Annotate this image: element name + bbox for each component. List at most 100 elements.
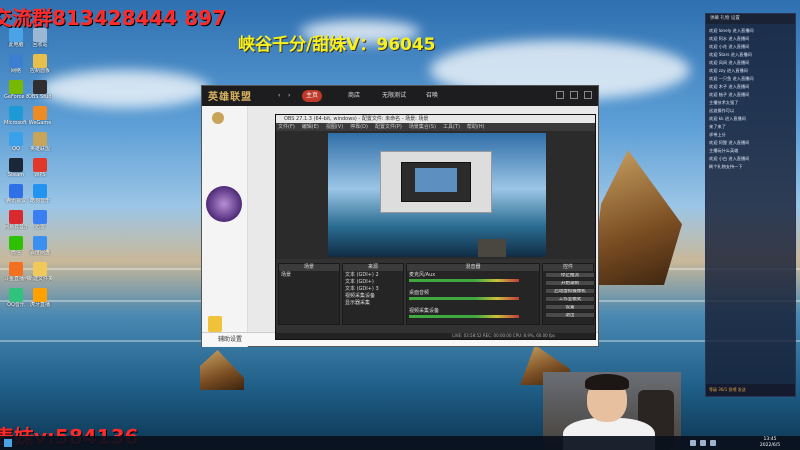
desktop-icon[interactable]: 斗鱼直播伴侣 [4, 262, 28, 282]
profile-avatar[interactable] [212, 112, 224, 124]
obs-preview-nested-screen [380, 151, 492, 213]
app-icon [33, 28, 47, 42]
obs-control-button[interactable]: 开始录制 [545, 280, 595, 286]
desktop-icon[interactable]: OBS Studio [28, 80, 52, 100]
obs-window[interactable]: OBS 27.1.3 (64-bit, windows) - 配置文件: 未命名… [275, 114, 596, 340]
app-icon [9, 132, 23, 146]
desktop-icon[interactable]: 回收站 [28, 28, 52, 48]
desktop-icon[interactable]: WeGame [28, 106, 52, 126]
obs-status-bar: LIVE: 03:58:52 REC: 00:00:00 CPU: 8.9%, … [276, 333, 595, 339]
desktop-icon[interactable]: QQ [4, 132, 28, 152]
desktop-icon[interactable]: 控制面板 [28, 54, 52, 74]
lol-back-icon[interactable]: ‹ [278, 90, 280, 102]
desktop-icon[interactable]: 英雄联盟 [28, 132, 52, 152]
app-icon [33, 54, 47, 68]
volume-icon[interactable] [700, 440, 706, 446]
obs-menu-item[interactable]: 配置文件(P) [375, 124, 402, 130]
sources-dock-title: 来源 [343, 264, 403, 271]
scenes-dock[interactable]: 场景 场景 [278, 263, 340, 325]
app-icon [9, 54, 23, 68]
obs-menu-item[interactable]: 停靠(D) [350, 124, 368, 130]
obs-menu-item[interactable]: 工具(T) [443, 124, 460, 130]
app-icon [9, 210, 23, 224]
desktop-icon[interactable]: 酷狗音乐 [28, 184, 52, 204]
source-item[interactable]: 文本 (GDI+) 3 [345, 286, 379, 292]
desktop-icon[interactable]: 网络 [4, 54, 28, 74]
desktop-icon[interactable]: 迅雷 [28, 210, 52, 230]
network-icon[interactable] [690, 440, 696, 446]
desktop-icon-label: 网络 [10, 68, 21, 74]
obs-menu-item[interactable]: 视图(V) [326, 124, 343, 130]
lol-forward-icon[interactable]: › [288, 90, 290, 102]
language-icon[interactable] [710, 440, 716, 446]
desktop-icon[interactable]: WPS [28, 158, 52, 178]
source-item[interactable]: 文本 (GDI+) 2 [345, 272, 379, 278]
lol-client-titlebar[interactable]: 英雄联盟 ‹ › 主页 商店 无限测试 召唤 [202, 86, 598, 106]
desktop-icon[interactable]: 百度网盘 [28, 236, 52, 256]
desktop-icon[interactable]: GeForce Experience [4, 80, 28, 100]
mixer-dock-title: 混音器 [407, 264, 539, 271]
app-icon [9, 184, 23, 198]
chat-message: 欢迎 lonely 进入直播间 [709, 28, 754, 33]
chat-message: 求带上分 [709, 132, 726, 137]
close-icon[interactable] [584, 91, 592, 99]
maximize-icon[interactable] [570, 91, 578, 99]
desktop-icon-label: 回收站 [32, 42, 48, 48]
desktop-icon-label: 网易云音乐 [4, 224, 28, 230]
minimize-icon[interactable] [556, 91, 564, 99]
notice-icon[interactable] [208, 316, 222, 332]
live-chat-panel[interactable]: 弹幕 礼物 设置 欢迎 lonely 进入直播间 欢迎 阿水 进入直播间 欢迎 小花… [705, 13, 796, 397]
tab-home[interactable]: 主页 [302, 90, 323, 102]
volume-meter[interactable] [409, 315, 519, 318]
sources-dock[interactable]: 来源 文本 (GDI+) 2 文本 (GDI+) 文本 (GDI+) 3 视频采集设备… [342, 263, 404, 325]
obs-control-button[interactable]: 启动虚拟摄像机 [545, 288, 595, 294]
chat-footer[interactable]: 等级 36/1 投喂 发送 [706, 384, 795, 396]
obs-control-button[interactable]: 退出 [545, 312, 595, 318]
desktop-icon-label: 虎牙直播 [29, 302, 50, 308]
mixer-dock[interactable]: 混音器 麦克风/Aux 桌面音频 视频采集设备 [406, 263, 540, 325]
desktop-icon-label: Steam [7, 172, 25, 178]
overlay-top-center-text: 峡谷千分/甜妹V：96045 [238, 35, 436, 55]
desktop-icon[interactable]: Steam [4, 158, 28, 178]
desktop-icon[interactable]: 虎牙直播 [28, 288, 52, 308]
obs-menu-item[interactable]: 场景集合(S) [409, 124, 436, 130]
obs-menu-item[interactable]: 帮助(H) [467, 124, 485, 130]
chat-message: 欢迎 木子 进入直播间 [709, 84, 750, 89]
taskbar-clock[interactable]: 13:45 2022/6/5 [752, 437, 788, 449]
desktop-icon[interactable]: 微信 [4, 236, 28, 256]
clock-date: 2022/6/5 [759, 443, 781, 448]
controls-dock[interactable]: 控件 停止推流 开始录制 启动虚拟摄像机 工作室模式 设置 退出 [542, 263, 595, 325]
tab-summon[interactable]: 召唤 [426, 90, 438, 102]
tab-test[interactable]: 无限测试 [382, 90, 406, 102]
desktop-icon[interactable]: 此电脑 [4, 28, 28, 48]
app-icon [33, 236, 47, 250]
start-button[interactable] [4, 439, 12, 447]
obs-menu-item[interactable]: 编辑(E) [302, 124, 319, 130]
desktop-icon[interactable]: 新建文件夹 [28, 262, 52, 282]
obs-control-button[interactable]: 设置 [545, 304, 595, 310]
obs-control-button[interactable]: 工作室模式 [545, 296, 595, 302]
profile-card[interactable] [206, 186, 242, 222]
taskbar: 13:45 2022/6/5 [0, 436, 800, 450]
source-item[interactable]: 文本 (GDI+) [345, 279, 374, 285]
source-item[interactable]: 显示器采集 [345, 300, 370, 306]
volume-meter[interactable] [409, 297, 519, 300]
volume-meter[interactable] [409, 279, 519, 282]
app-icon [33, 132, 47, 146]
source-item[interactable]: 视频采集设备 [345, 293, 375, 299]
chat-header[interactable]: 弹幕 礼物 设置 [706, 14, 795, 24]
tab-store[interactable]: 商店 [348, 90, 360, 102]
scene-item[interactable]: 场景 [281, 272, 291, 278]
desktop-icon[interactable]: QQ音乐 [4, 288, 28, 308]
obs-preview-canvas[interactable] [328, 133, 546, 257]
obs-menu-item[interactable]: 文件(F) [278, 124, 295, 130]
app-icon [9, 28, 23, 42]
obs-control-button[interactable]: 停止推流 [545, 272, 595, 278]
assist-settings-label[interactable]: 辅助设置 [218, 336, 242, 343]
app-icon [33, 184, 47, 198]
desktop-icon[interactable]: 网易云音乐 [4, 210, 28, 230]
desktop-icon-label: QQ [12, 146, 20, 152]
desktop-icon[interactable]: Microsoft Edge [4, 106, 28, 126]
desktop-icon[interactable]: 腾讯会议 [4, 184, 28, 204]
obs-titlebar[interactable]: OBS 27.1.3 (64-bit, windows) - 配置文件: 未命名… [276, 115, 595, 123]
